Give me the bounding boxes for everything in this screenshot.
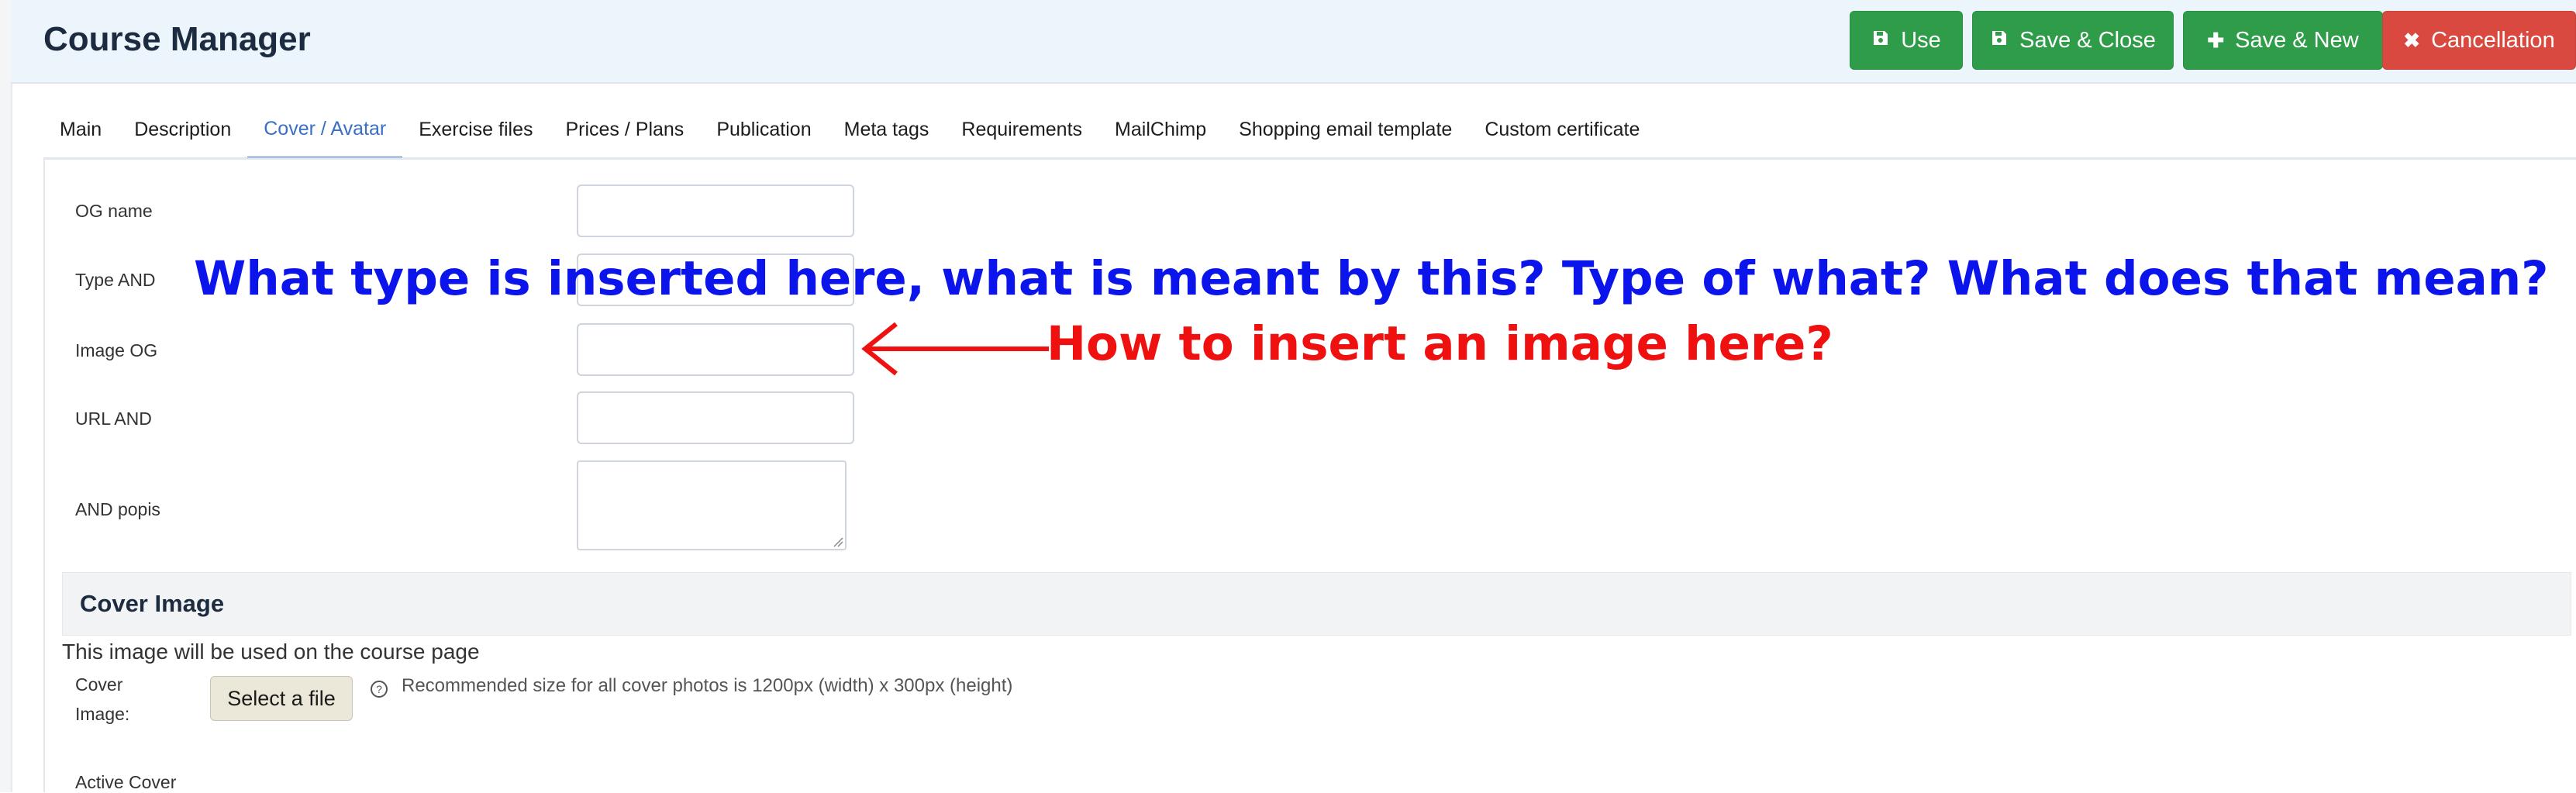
image-og-label: Image OG [75,340,158,360]
tab-main[interactable]: Main [43,101,118,158]
tab-prices-plans[interactable]: Prices / Plans [549,101,700,158]
cover-size-help-text: Recommended size for all cover photos is… [402,675,1013,696]
description-label: AND popis [75,499,160,519]
tab-meta-tags[interactable]: Meta tags [828,101,946,158]
question-circle-icon: ? [371,681,388,698]
save-close-button[interactable]: Save & Close [1972,11,2174,70]
tab-shopping-email-template[interactable]: Shopping email template [1222,101,1468,158]
save-new-button-label: Save & New [2235,27,2359,53]
cancellation-button[interactable]: ✖ Cancellation [2382,11,2576,70]
image-og-input[interactable] [577,323,854,376]
resize-grip-icon[interactable] [833,536,843,547]
left-gutter [0,0,12,792]
red-arrow-icon [861,322,1049,376]
tab-description[interactable]: Description [118,101,247,158]
close-x-icon: ✖ [2403,28,2421,52]
active-cover-label: Active Cover [75,772,177,792]
plus-icon: ✚ [2207,28,2225,52]
tab-exercise-files[interactable]: Exercise files [402,101,549,158]
url-input[interactable] [577,391,854,444]
red-annotation-text: How to insert an image here? [1047,316,1833,371]
page-title: Course Manager [43,20,311,58]
floppy-disk-icon [1871,29,1890,53]
save-new-button[interactable]: ✚ Save & New [2183,11,2383,70]
floppy-disk-icon [1990,29,2009,53]
use-button[interactable]: Use [1850,11,1963,70]
description-textarea[interactable] [577,460,847,550]
cancellation-button-label: Cancellation [2431,27,2555,53]
tab-requirements[interactable]: Requirements [945,101,1098,158]
tab-bar: Main Description Cover / Avatar Exercise… [43,101,1656,160]
tab-publication[interactable]: Publication [700,101,827,158]
og-name-input[interactable] [577,184,854,237]
tab-cover-avatar[interactable]: Cover / Avatar [247,101,403,160]
cover-image-label-line1: Cover [75,674,123,695]
tab-mailchimp[interactable]: MailChimp [1098,101,1222,158]
cover-image-section-header: Cover Image [62,572,2571,636]
section-description: This image will be used on the course pa… [62,640,480,664]
section-title: Cover Image [80,590,225,617]
cover-image-label-line2: Image: [75,704,130,724]
blue-annotation-text: What type is inserted here, what is mean… [194,251,2549,306]
svg-text:?: ? [376,683,382,695]
use-button-label: Use [1901,27,1941,53]
url-label: URL AND [75,409,152,429]
og-name-label: OG name [75,201,153,221]
type-label: Type AND [75,270,156,290]
tab-custom-certificate[interactable]: Custom certificate [1468,101,1656,158]
save-close-button-label: Save & Close [2019,27,2156,53]
select-file-button[interactable]: Select a file [210,676,353,721]
